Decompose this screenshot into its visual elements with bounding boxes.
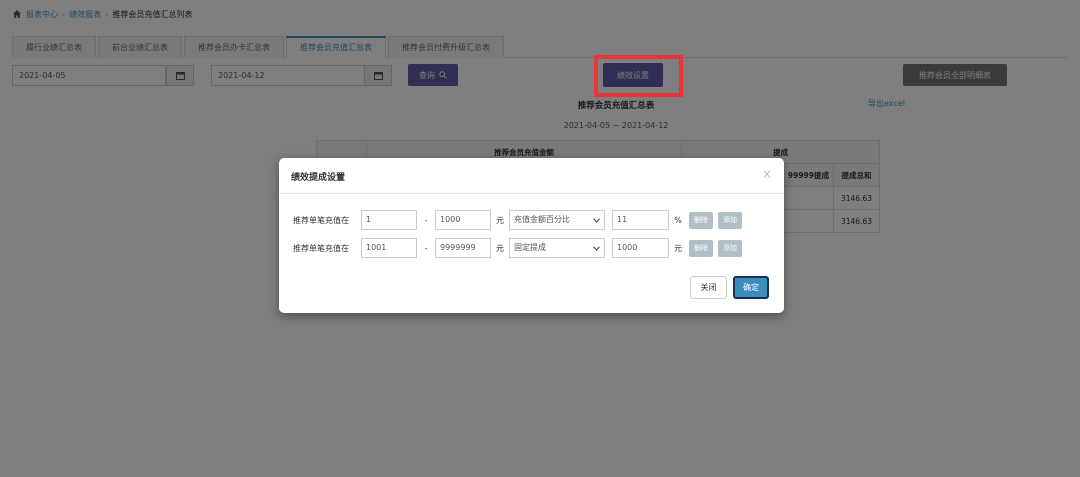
rule-suffix: 元 bbox=[674, 243, 682, 253]
rule-row: 推荐单笔充值在 1 - 1000 元 充值金额百分比 11 % 删除 添加 bbox=[293, 210, 742, 230]
close-button[interactable]: 关闭 bbox=[690, 276, 727, 299]
rule-max-input[interactable]: 9999999 bbox=[435, 238, 491, 258]
chevron-down-icon bbox=[593, 245, 600, 251]
modal-header: 绩效提成设置 × bbox=[279, 158, 784, 194]
delete-rule-button[interactable]: 删除 bbox=[689, 211, 713, 229]
add-rule-button[interactable]: 添加 bbox=[718, 211, 742, 229]
highlight-box bbox=[594, 55, 683, 97]
rule-row: 推荐单笔充值在 1001 - 9999999 元 固定提成 1000 元 删除 … bbox=[293, 238, 742, 258]
add-rule-button[interactable]: 添加 bbox=[718, 239, 742, 257]
rule-label: 推荐单笔充值在 bbox=[293, 215, 349, 225]
commission-settings-modal: 绩效提成设置 × 推荐单笔充值在 1 - 1000 元 充值金额百分比 11 %… bbox=[279, 158, 784, 313]
rule-label: 推荐单笔充值在 bbox=[293, 243, 349, 253]
rule-min-input[interactable]: 1 bbox=[361, 210, 417, 230]
rule-unit: 元 bbox=[496, 243, 504, 253]
rule-type-value: 固定提成 bbox=[514, 243, 546, 252]
rule-value-input[interactable]: 1000 bbox=[612, 238, 669, 258]
modal-title: 绩效提成设置 bbox=[291, 173, 346, 183]
rule-type-select[interactable]: 固定提成 bbox=[509, 238, 605, 258]
range-dash: - bbox=[424, 215, 428, 225]
close-icon[interactable]: × bbox=[762, 167, 772, 181]
rule-value-input[interactable]: 11 bbox=[612, 210, 669, 230]
rule-type-select[interactable]: 充值金额百分比 bbox=[509, 210, 605, 230]
rule-type-value: 充值金额百分比 bbox=[514, 215, 570, 224]
rule-min-input[interactable]: 1001 bbox=[361, 238, 417, 258]
rule-suffix: % bbox=[674, 215, 682, 225]
confirm-button[interactable]: 确定 bbox=[733, 276, 769, 299]
chevron-down-icon bbox=[593, 217, 600, 223]
rule-max-input[interactable]: 1000 bbox=[435, 210, 491, 230]
delete-rule-button[interactable]: 删除 bbox=[689, 239, 713, 257]
rule-unit: 元 bbox=[496, 215, 504, 225]
range-dash: - bbox=[424, 243, 428, 253]
